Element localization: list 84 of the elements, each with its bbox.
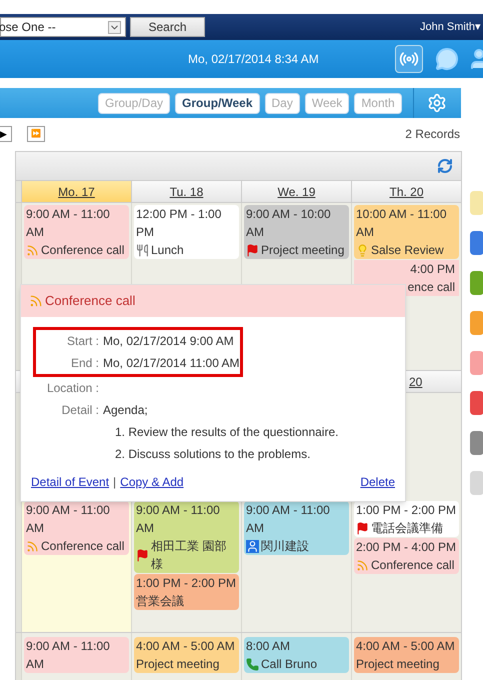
event-title: 営業会議 — [136, 593, 184, 610]
event-card[interactable]: 4:00 AM - 5:00 AM Project meeting — [354, 637, 459, 673]
field-value: Mo, 02/17/2014 11:00 AM — [103, 355, 240, 372]
event-card[interactable]: 2:00 PM - 4:00 PM Conference call — [354, 538, 459, 574]
lightbulb-icon — [356, 244, 369, 256]
person-icon — [246, 540, 259, 552]
event-title: Conference call — [41, 538, 124, 555]
delete-link[interactable]: Delete — [360, 473, 395, 491]
antenna-icon[interactable] — [395, 45, 423, 73]
settings-icon[interactable] — [426, 93, 447, 113]
field-label: Location : — [46, 380, 100, 397]
event-time: 4:00 AM - 5:00 AM — [136, 638, 236, 655]
day-header[interactable]: We. 19 — [241, 181, 351, 202]
event-title: 関川建設 — [261, 538, 309, 555]
event-card[interactable]: 9:00 AM - 11:00 AM 相田工業 園部様 — [134, 501, 239, 573]
event-card[interactable]: 9:00 AM - 11:00 AM Conference call — [24, 501, 129, 555]
rss-icon — [26, 244, 39, 256]
event-title: ence call — [408, 279, 455, 296]
utensils-icon — [136, 244, 149, 256]
day-header[interactable]: Tu. 18 — [131, 181, 241, 202]
field-label: Detail : — [60, 402, 100, 419]
event-time: 9:00 AM - 11:00 AM — [26, 206, 111, 241]
event-title: Project meeting — [261, 242, 344, 259]
link-separator: | — [113, 474, 116, 491]
flag-icon — [356, 522, 369, 534]
field-value: Mo, 02/17/2014 9:00 AM — [103, 333, 234, 350]
popup-title: Conference call — [45, 292, 136, 310]
chat-icon[interactable] — [435, 47, 459, 71]
event-time: 9:00 AM - 11:00 AM — [136, 502, 221, 537]
detail-line: Agenda; — [103, 402, 149, 419]
event-card[interactable]: 9:00 AM - 11:00 AM — [24, 637, 129, 673]
event-title: Conference call — [41, 242, 124, 259]
rss-icon — [29, 294, 43, 308]
search-button[interactable]: Search — [130, 17, 205, 37]
flag-icon — [246, 244, 259, 256]
event-card[interactable]: 10:00 AM - 11:00 AM Salse Review — [354, 205, 459, 259]
popup-link[interactable]: Detail of Event — [31, 473, 110, 491]
dropdown-icon — [108, 20, 121, 34]
flag-icon — [136, 548, 149, 562]
refresh-icon[interactable] — [437, 158, 453, 174]
event-card[interactable]: 4:00 AM - 5:00 AM Project meeting — [134, 637, 239, 673]
detail-line: 1. Review the results of the questionnaire. — [114, 424, 338, 441]
event-time: 2:00 PM - 4:00 PM — [356, 539, 457, 556]
detail-line: 2. Discuss solutions to the problems. — [114, 446, 312, 463]
popup-link[interactable]: Copy & Add — [120, 473, 184, 491]
event-card[interactable]: 1:00 PM - 2:00 PM 営業会議 — [134, 574, 239, 610]
day-header[interactable]: Mo. 17 — [21, 181, 131, 202]
event-time: 9:00 AM - 11:00 AM — [246, 502, 331, 537]
view-tab[interactable]: Group/Week — [175, 92, 260, 114]
event-time: 9:00 AM - 10:00 AM — [246, 206, 332, 241]
event-card[interactable]: 9:00 AM - 11:00 AM 関川建設 — [244, 501, 349, 555]
event-card[interactable]: 1:00 PM - 2:00 PM 電話会議準備 — [354, 501, 459, 537]
event-title: Call Bruno — [261, 656, 318, 673]
field-label: End : — [70, 355, 100, 372]
event-time: 9:00 AM - 11:00 AM — [26, 638, 111, 673]
event-title: 電話会議準備 — [371, 520, 443, 537]
day-header[interactable]: Th. 20 — [351, 181, 461, 202]
event-time: 9:00 AM - 11:00 AM — [26, 502, 111, 537]
event-title: Conference call — [371, 557, 454, 574]
event-time: 1:00 PM - 2:00 PM — [356, 502, 457, 519]
rss-icon — [26, 540, 39, 552]
event-card[interactable]: 9:00 AM - 11:00 AM Conference call — [24, 205, 129, 259]
user-menu[interactable]: John Smith▾ — [420, 18, 481, 36]
event-title: Project meeting — [136, 656, 220, 673]
event-title: Lunch — [151, 242, 184, 259]
event-card[interactable]: 8:00 AM Call Bruno — [244, 637, 349, 673]
event-time: 1:00 PM - 2:00 PM — [136, 575, 237, 592]
event-card[interactable]: 12:00 PM - 1:00 PM Lunch — [134, 205, 239, 259]
field-label: Start : — [66, 333, 100, 350]
event-time: 12:00 PM - 1:00 PM — [136, 206, 222, 241]
event-time: 8:00 AM — [246, 638, 292, 655]
rss-icon — [356, 558, 369, 572]
event-time: 4:00 AM - 5:00 AM — [356, 638, 456, 655]
event-title: 相田工業 園部様 — [151, 538, 228, 573]
record-count: 2 Records — [405, 126, 460, 143]
next-button[interactable]: ▶ — [0, 126, 12, 142]
day-header[interactable]: 20 — [409, 372, 422, 390]
phone-icon — [246, 658, 259, 670]
event-card[interactable]: 9:00 AM - 10:00 AM Project meeting — [244, 205, 349, 259]
date-time: Mo, 02/17/2014 8:34 AM — [188, 51, 319, 68]
event-time: 4:00 PM — [410, 261, 455, 278]
event-title: Project meeting — [356, 656, 440, 673]
event-title: Salse Review — [371, 242, 444, 259]
event-time: 10:00 AM - 11:00 AM — [356, 206, 448, 241]
